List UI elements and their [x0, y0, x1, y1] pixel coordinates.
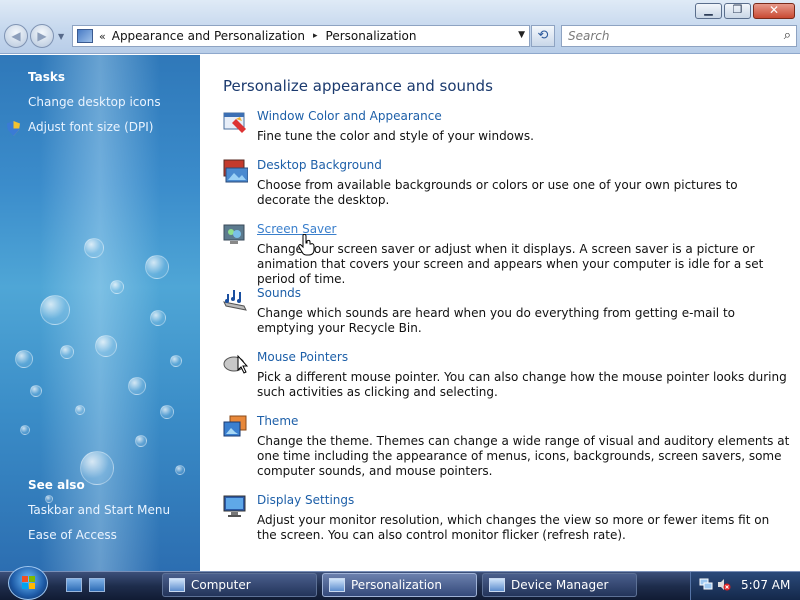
- see-also-heading: See also: [28, 478, 85, 492]
- window-controls: ▁ ❐ ✕: [695, 3, 795, 19]
- bubble-decoration: [20, 425, 30, 435]
- taskbar-button-personalization[interactable]: Personalization: [322, 573, 477, 597]
- refresh-icon: ⟲: [537, 28, 549, 43]
- window-color-icon: [223, 112, 246, 133]
- title-bar: ▁ ❐ ✕ ◀ ▶ ▼ « Appearance and Personaliza…: [0, 0, 800, 54]
- bubble-decoration: [160, 405, 174, 419]
- bubble-decoration: [128, 377, 146, 395]
- taskbar-button-device-manager[interactable]: Device Manager: [482, 573, 637, 597]
- maximize-button[interactable]: ❐: [724, 3, 751, 19]
- desktop-background-description: Choose from available backgrounds or col…: [257, 178, 738, 207]
- search-box[interactable]: Search ⌕: [561, 25, 797, 47]
- bubble-decoration: [60, 345, 74, 359]
- bubble-decoration: [80, 451, 114, 485]
- theme-icon: [223, 415, 247, 437]
- navigation-buttons: ◀ ▶ ▼: [4, 24, 64, 48]
- window-color-description: Fine tune the color and style of your wi…: [257, 129, 534, 143]
- content-pane: Personalize appearance and sounds Window…: [200, 55, 800, 571]
- search-input[interactable]: Search: [568, 29, 610, 43]
- mouse-pointers-description: Pick a different mouse pointer. You can …: [257, 370, 787, 399]
- bubble-decoration: [45, 495, 53, 503]
- taskbar-label: Computer: [191, 578, 251, 592]
- search-icon[interactable]: ⌕: [784, 28, 791, 43]
- close-button[interactable]: ✕: [753, 3, 795, 19]
- bubble-decoration: [75, 405, 85, 415]
- maximize-icon: ❐: [732, 3, 743, 16]
- forward-arrow-icon: ▶: [37, 29, 47, 43]
- switch-windows-icon[interactable]: [89, 578, 105, 592]
- windows-logo-icon: [22, 576, 35, 589]
- forward-button[interactable]: ▶: [30, 24, 54, 48]
- minimize-button[interactable]: ▁: [695, 3, 722, 19]
- taskbar-label: Personalization: [351, 578, 442, 592]
- tasks-pane: Tasks Change desktop icons Adjust font s…: [0, 55, 200, 571]
- breadcrumb-appearance-and-personalization[interactable]: Appearance and Personalization: [112, 29, 305, 43]
- recent-pages-dropdown-icon[interactable]: ▼: [58, 32, 64, 41]
- bubble-decoration: [135, 435, 147, 447]
- theme-link[interactable]: Theme: [257, 414, 298, 428]
- close-icon: ✕: [768, 3, 780, 17]
- screen-saver-link[interactable]: Screen Saver: [257, 222, 336, 236]
- refresh-button[interactable]: ⟲: [531, 25, 555, 47]
- notification-area: 5:07 AM: [690, 572, 800, 600]
- computer-icon: [169, 578, 185, 592]
- sounds-icon: [223, 290, 247, 311]
- bubble-decoration: [145, 255, 169, 279]
- screen-saver-icon: [223, 224, 245, 244]
- clock[interactable]: 5:07 AM: [741, 578, 790, 592]
- mouse-pointers-link[interactable]: Mouse Pointers: [257, 350, 348, 364]
- control-panel-icon: [77, 29, 93, 43]
- taskbar-button-computer[interactable]: Computer: [162, 573, 317, 597]
- start-button[interactable]: [8, 566, 48, 600]
- display-settings-description: Adjust your monitor resolution, which ch…: [257, 513, 770, 542]
- personalization-icon: [329, 578, 345, 592]
- volume-muted-icon[interactable]: [717, 578, 731, 591]
- bubble-decoration: [95, 335, 117, 357]
- desktop-background-icon: [223, 159, 248, 183]
- desktop-background-link[interactable]: Desktop Background: [257, 158, 382, 172]
- address-bar[interactable]: « Appearance and Personalization ▸ Perso…: [72, 25, 530, 47]
- adjust-font-size-link[interactable]: Adjust font size (DPI): [28, 120, 153, 134]
- bubble-decoration: [175, 465, 185, 475]
- bubble-decoration: [84, 238, 104, 258]
- bubble-decoration: [150, 310, 166, 326]
- breadcrumb-arrow-icon[interactable]: ▸: [313, 31, 318, 41]
- show-desktop-icon[interactable]: [66, 578, 82, 592]
- bubble-decoration: [110, 280, 124, 294]
- page-title: Personalize appearance and sounds: [223, 77, 493, 95]
- back-arrow-icon: ◀: [11, 29, 21, 43]
- minimize-icon: ▁: [704, 3, 713, 16]
- display-settings-icon: [223, 495, 246, 517]
- bubble-decoration: [15, 350, 33, 368]
- mouse-pointers-icon: [223, 354, 248, 374]
- taskbar-label: Device Manager: [511, 578, 609, 592]
- device-manager-icon: [489, 578, 505, 592]
- back-button[interactable]: ◀: [4, 24, 28, 48]
- bubble-decoration: [40, 295, 70, 325]
- screen-saver-description: Change your screen saver or adjust when …: [257, 242, 764, 286]
- window-color-link[interactable]: Window Color and Appearance: [257, 109, 442, 123]
- sounds-description: Change which sounds are heard when you d…: [257, 306, 735, 335]
- network-icon[interactable]: [699, 578, 713, 591]
- taskbar-and-start-menu-link[interactable]: Taskbar and Start Menu: [28, 503, 170, 517]
- address-dropdown-icon[interactable]: ▼: [518, 30, 525, 40]
- breadcrumb-personalization[interactable]: Personalization: [326, 29, 417, 43]
- address-overflow-chevron[interactable]: «: [99, 30, 106, 43]
- theme-description: Change the theme. Themes can change a wi…: [257, 434, 790, 478]
- change-desktop-icons-link[interactable]: Change desktop icons: [28, 95, 161, 109]
- tasks-heading: Tasks: [28, 70, 66, 84]
- bubble-decoration: [170, 355, 182, 367]
- uac-shield-icon: [7, 121, 20, 136]
- bubble-decoration: [30, 385, 42, 397]
- hand-cursor-icon: [298, 234, 315, 256]
- sounds-link[interactable]: Sounds: [257, 286, 301, 300]
- ease-of-access-link[interactable]: Ease of Access: [28, 528, 117, 542]
- display-settings-link[interactable]: Display Settings: [257, 493, 354, 507]
